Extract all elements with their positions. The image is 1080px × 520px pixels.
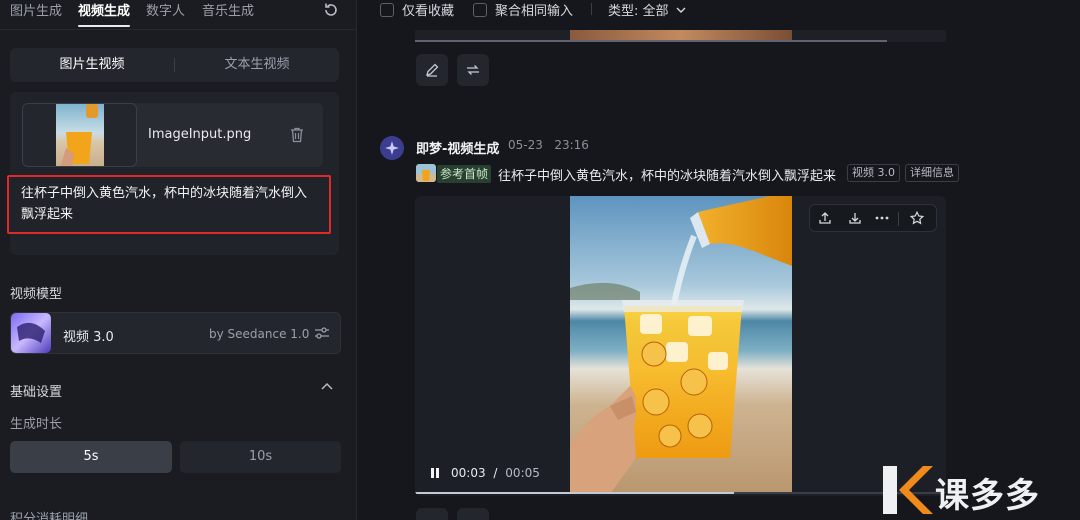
details-badge[interactable]: 详细信息 <box>905 164 959 182</box>
total-duration: 00:05 <box>505 466 540 480</box>
video-progress-bar[interactable] <box>415 492 946 494</box>
type-dropdown[interactable]: 类型: 全部 <box>608 0 686 19</box>
thumbnail-image <box>56 104 104 166</box>
favorites-filter-label: 仅看收藏 <box>402 4 455 19</box>
model-section-label: 视频模型 <box>10 287 63 302</box>
generation-time: 23:16 <box>554 138 589 152</box>
playback-time: 00:03 / 00:05 <box>451 466 540 480</box>
dreamina-avatar <box>380 136 404 160</box>
more-icon[interactable] <box>874 211 890 225</box>
upload-icon[interactable] <box>818 211 832 225</box>
tab-image-gen[interactable]: 图片生成 <box>10 0 62 19</box>
toolbar-divider <box>898 212 899 226</box>
watermark-logo: 课多多 <box>877 462 1080 520</box>
tab-music-gen[interactable]: 音乐生成 <box>202 0 254 19</box>
type-dropdown-label: 类型: 全部 <box>608 4 669 19</box>
uploaded-file[interactable]: ImageInput.png <box>22 103 323 167</box>
generation-title: 即梦-视频生成 <box>416 142 500 157</box>
model-icon <box>11 313 51 353</box>
video-actions-toolbar <box>809 204 937 232</box>
time-separator: / <box>493 466 498 480</box>
previous-result-strip <box>415 30 946 42</box>
generation-date: 05-23 <box>508 138 543 152</box>
reference-thumbnail[interactable] <box>416 164 436 182</box>
mode-text-to-video[interactable]: 文本生视频 <box>175 48 339 82</box>
previous-progress-bar <box>415 40 887 42</box>
generation-prompt: 往杯子中倒入黄色汽水，杯中的冰块随着汽水倒入飘浮起来 <box>498 169 837 184</box>
download-icon[interactable] <box>848 211 862 225</box>
pause-icon[interactable] <box>429 467 441 479</box>
k-logo-icon <box>883 466 933 514</box>
basic-settings-label: 基础设置 <box>10 385 63 400</box>
reference-first-frame-tag[interactable]: 参考首帧 <box>437 165 492 183</box>
mode-segment: 图片生视频 文本生视频 <box>10 48 339 82</box>
chevron-up-icon[interactable] <box>320 381 334 391</box>
generation-timestamp: 05-23 23:16 <box>508 138 589 152</box>
filter-divider <box>591 3 592 15</box>
top-tabs: 图片生成 视频生成 数字人 音乐生成 <box>0 0 356 30</box>
duration-10s-button[interactable]: 10s <box>180 441 341 473</box>
watermark-text: 课多多 <box>935 476 1040 516</box>
chevron-down-icon <box>676 7 686 13</box>
points-detail-label[interactable]: 积分消耗明细 <box>10 508 88 520</box>
edit-icon <box>426 63 439 77</box>
favorites-checkbox[interactable] <box>380 3 394 17</box>
merge-filter[interactable]: 聚合相同输入 <box>473 0 573 19</box>
progress-fill <box>415 492 734 494</box>
regenerate-button[interactable] <box>457 54 489 86</box>
model-name: 视频 3.0 <box>63 330 114 345</box>
repeat-icon <box>467 65 479 75</box>
active-tab-underline <box>78 25 130 27</box>
star-icon[interactable] <box>910 211 924 225</box>
model-badge[interactable]: 视频 3.0 <box>847 164 900 182</box>
video-image <box>570 196 792 494</box>
video-frame[interactable] <box>570 196 792 494</box>
merge-filter-label: 聚合相同输入 <box>495 4 574 19</box>
sliders-icon[interactable] <box>314 325 330 341</box>
duration-label: 生成时长 <box>10 417 63 432</box>
tab-digital-human[interactable]: 数字人 <box>146 0 185 19</box>
left-panel: 图片生成 视频生成 数字人 音乐生成 图片生视频 文本生视频 ImageInpu… <box>0 0 357 520</box>
results-panel: 仅看收藏 聚合相同输入 类型: 全部 即梦-视频生成 05-23 23:16 参… <box>358 0 1080 520</box>
refresh-icon[interactable] <box>322 1 340 19</box>
favorites-filter[interactable]: 仅看收藏 <box>380 0 454 19</box>
mode-image-to-video[interactable]: 图片生视频 <box>10 48 174 82</box>
current-time: 00:03 <box>451 466 486 480</box>
edit-button-next[interactable] <box>416 508 448 520</box>
duration-5s-button[interactable]: 5s <box>10 441 172 473</box>
tab-video-gen[interactable]: 视频生成 <box>78 0 130 19</box>
regenerate-button-next[interactable] <box>457 508 489 520</box>
spark-icon <box>385 141 399 155</box>
previous-video-bottom <box>570 30 792 40</box>
trash-icon[interactable] <box>290 127 304 143</box>
file-name: ImageInput.png <box>148 127 252 142</box>
prompt-input[interactable]: 往杯子中倒入黄色汽水，杯中的冰块随着汽水倒入飘浮起来 <box>7 175 331 234</box>
video-player[interactable]: 00:03 / 00:05 <box>415 196 946 496</box>
model-selector[interactable]: 视频 3.0 by Seedance 1.0 <box>10 312 341 354</box>
image-thumbnail[interactable] <box>22 103 137 167</box>
merge-checkbox[interactable] <box>473 3 487 17</box>
edit-button[interactable] <box>416 54 448 86</box>
model-provider: by Seedance 1.0 <box>209 327 310 341</box>
